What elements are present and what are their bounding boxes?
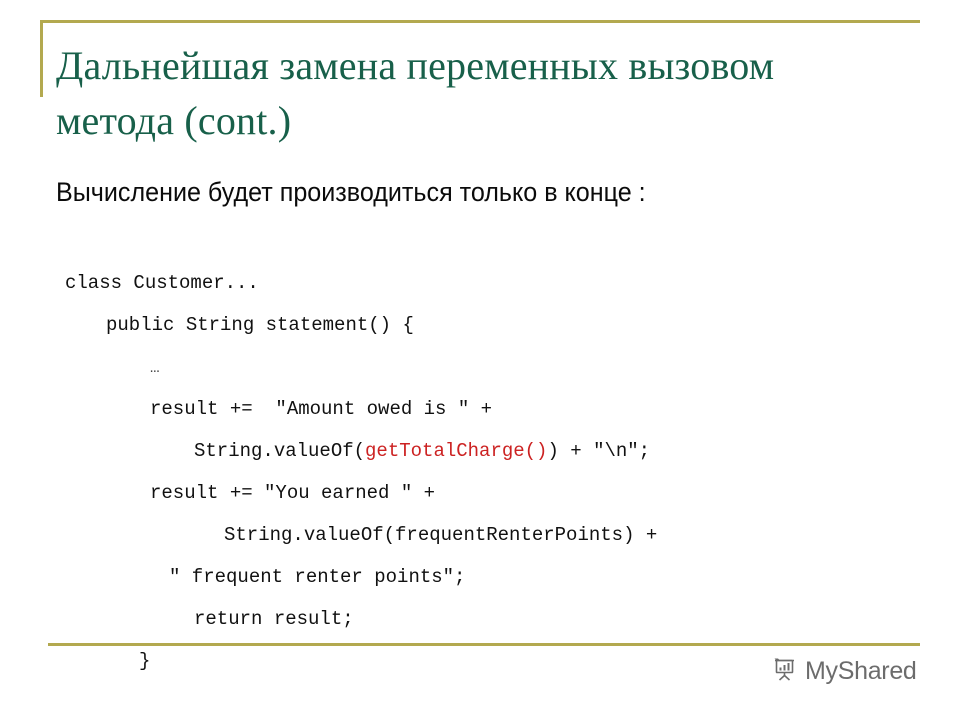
slide-canvas: Дальнейшая замена переменных вызовом мет… — [0, 0, 960, 720]
code-token: result += "You earned " + — [150, 482, 436, 504]
code-token: String.valueOf(frequentRenterPoints) + — [224, 524, 658, 546]
left-gold-rule — [40, 20, 43, 97]
slide-subtitle: Вычисление будет производиться только в … — [56, 177, 646, 207]
code-line: return result; — [0, 598, 960, 640]
code-line: class Customer... — [0, 262, 960, 304]
code-block: class Customer... public String statement… — [0, 262, 960, 682]
code-line: … — [0, 346, 960, 388]
watermark-label: MyShared — [805, 657, 917, 685]
code-line: result += "You earned " + — [0, 472, 960, 514]
code-line: public String statement() { — [0, 304, 960, 346]
code-line: result += "Amount owed is " + — [0, 388, 960, 430]
code-token-highlight: getTotalCharge() — [365, 440, 548, 462]
code-line: " frequent renter points"; — [0, 556, 960, 598]
presentation-chart-icon — [772, 656, 798, 687]
top-gold-rule — [40, 20, 920, 23]
watermark: MyShared — [772, 656, 917, 687]
code-token: return result; — [194, 608, 354, 630]
slide-title: Дальнейшая замена переменных вызовом мет… — [56, 43, 775, 143]
code-token: ) + "\n"; — [547, 440, 651, 462]
code-token: } — [139, 650, 151, 672]
code-token: " frequent renter points"; — [169, 566, 466, 588]
code-token: public String statement() { — [106, 314, 414, 336]
code-token: String.valueOf( — [194, 440, 366, 462]
code-token: … — [150, 359, 160, 377]
code-line: String.valueOf(frequentRenterPoints) + — [0, 514, 960, 556]
code-line: String.valueOf(getTotalCharge()) + "\n"; — [0, 430, 960, 472]
code-token: result += "Amount owed is " + — [150, 398, 493, 420]
code-token: class Customer... — [65, 272, 259, 294]
